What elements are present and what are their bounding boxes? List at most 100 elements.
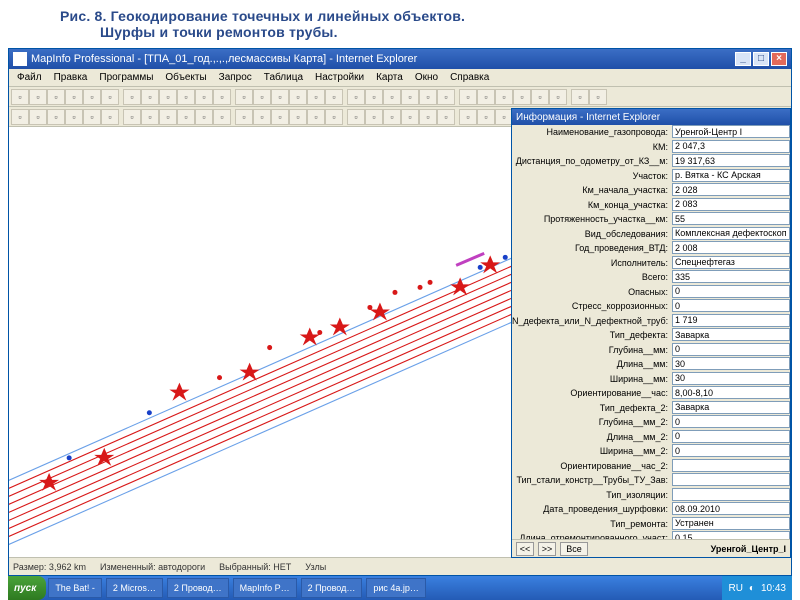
toolbar-button[interactable]: ▫ [213, 109, 231, 125]
toolbar-button[interactable]: ▫ [65, 89, 83, 105]
tray-icon[interactable]: ◐ [749, 583, 755, 594]
info-field[interactable] [672, 212, 790, 225]
info-field[interactable] [672, 343, 790, 356]
close-button[interactable]: × [771, 52, 787, 66]
taskbar-task[interactable]: 2 Micros… [106, 578, 163, 598]
toolbar-button[interactable]: ▫ [141, 109, 159, 125]
toolbar-button[interactable]: ▫ [365, 89, 383, 105]
toolbar-button[interactable]: ▫ [47, 89, 65, 105]
toolbar-button[interactable]: ▫ [101, 89, 119, 105]
toolbar-button[interactable]: ▫ [159, 109, 177, 125]
toolbar-button[interactable]: ▫ [235, 89, 253, 105]
info-field[interactable] [672, 169, 790, 182]
toolbar-button[interactable]: ▫ [549, 89, 567, 105]
toolbar-button[interactable]: ▫ [531, 89, 549, 105]
toolbar-button[interactable]: ▫ [289, 89, 307, 105]
toolbar-button[interactable]: ▫ [347, 89, 365, 105]
toolbar-button[interactable]: ▫ [29, 109, 47, 125]
info-field[interactable] [672, 270, 790, 283]
info-next-button[interactable]: >> [538, 542, 556, 556]
toolbar-button[interactable]: ▫ [495, 89, 513, 105]
info-prev-button[interactable]: << [516, 542, 534, 556]
info-field[interactable] [672, 372, 790, 385]
menu-2[interactable]: Программы [93, 70, 159, 85]
info-field[interactable] [672, 386, 790, 399]
info-field[interactable] [672, 198, 790, 211]
menu-0[interactable]: Файл [11, 70, 48, 85]
toolbar-button[interactable]: ▫ [437, 89, 455, 105]
info-field[interactable] [672, 357, 790, 370]
toolbar-button[interactable]: ▫ [195, 89, 213, 105]
toolbar-button[interactable]: ▫ [177, 89, 195, 105]
toolbar-button[interactable]: ▫ [29, 89, 47, 105]
toolbar-button[interactable]: ▫ [589, 89, 607, 105]
toolbar-button[interactable]: ▫ [477, 109, 495, 125]
toolbar-button[interactable]: ▫ [47, 109, 65, 125]
toolbar-button[interactable]: ▫ [401, 89, 419, 105]
taskbar-task[interactable]: рис 4а.jp… [366, 578, 426, 598]
info-field[interactable] [672, 299, 790, 312]
toolbar-button[interactable]: ▫ [347, 109, 365, 125]
toolbar-button[interactable]: ▫ [289, 109, 307, 125]
toolbar-button[interactable]: ▫ [11, 109, 29, 125]
toolbar-button[interactable]: ▫ [325, 109, 343, 125]
info-field[interactable] [672, 328, 790, 341]
toolbar-button[interactable]: ▫ [419, 109, 437, 125]
toolbar-button[interactable]: ▫ [123, 109, 141, 125]
toolbar-button[interactable]: ▫ [271, 109, 289, 125]
taskbar-task[interactable]: MapInfo P… [233, 578, 297, 598]
info-titlebar[interactable]: Информация - Internet Explorer [512, 109, 790, 125]
info-field[interactable] [672, 125, 790, 138]
info-field[interactable] [672, 256, 790, 269]
toolbar-button[interactable]: ▫ [513, 89, 531, 105]
taskbar-task[interactable]: 2 Провод… [167, 578, 229, 598]
toolbar-button[interactable]: ▫ [571, 89, 589, 105]
info-all-button[interactable]: Все [560, 542, 588, 556]
toolbar-button[interactable]: ▫ [459, 109, 477, 125]
toolbar-button[interactable]: ▫ [177, 109, 195, 125]
toolbar-button[interactable]: ▫ [419, 89, 437, 105]
info-field[interactable] [672, 241, 790, 254]
toolbar-button[interactable]: ▫ [383, 89, 401, 105]
maximize-button[interactable]: □ [753, 52, 769, 66]
toolbar-button[interactable]: ▫ [11, 89, 29, 105]
menu-1[interactable]: Правка [48, 70, 94, 85]
toolbar-button[interactable]: ▫ [477, 89, 495, 105]
menu-5[interactable]: Таблица [258, 70, 309, 85]
toolbar-button[interactable]: ▫ [83, 89, 101, 105]
info-field[interactable] [672, 444, 790, 457]
menu-6[interactable]: Настройки [309, 70, 370, 85]
info-field[interactable] [672, 154, 790, 167]
toolbar-button[interactable]: ▫ [365, 109, 383, 125]
info-field[interactable] [672, 227, 790, 240]
menu-7[interactable]: Карта [370, 70, 409, 85]
toolbar-button[interactable]: ▫ [83, 109, 101, 125]
toolbar-button[interactable]: ▫ [213, 89, 231, 105]
taskbar-task[interactable]: The Bat! - [48, 578, 102, 598]
menu-3[interactable]: Объекты [159, 70, 212, 85]
toolbar-button[interactable]: ▫ [141, 89, 159, 105]
info-field[interactable] [672, 140, 790, 153]
info-field[interactable] [672, 415, 790, 428]
toolbar-button[interactable]: ▫ [159, 89, 177, 105]
info-field[interactable] [672, 488, 790, 501]
toolbar-button[interactable]: ▫ [307, 89, 325, 105]
info-field[interactable] [672, 531, 790, 539]
toolbar-button[interactable]: ▫ [401, 109, 419, 125]
toolbar-button[interactable]: ▫ [325, 89, 343, 105]
start-button[interactable]: пуск [8, 576, 46, 600]
toolbar-button[interactable]: ▫ [123, 89, 141, 105]
menu-8[interactable]: Окно [409, 70, 444, 85]
info-field[interactable] [672, 183, 790, 196]
toolbar-button[interactable]: ▫ [195, 109, 213, 125]
info-field[interactable] [672, 285, 790, 298]
toolbar-button[interactable]: ▫ [459, 89, 477, 105]
info-field[interactable] [672, 517, 790, 530]
toolbar-button[interactable]: ▫ [101, 109, 119, 125]
info-field[interactable] [672, 502, 790, 515]
toolbar-button[interactable]: ▫ [383, 109, 401, 125]
toolbar-button[interactable]: ▫ [307, 109, 325, 125]
toolbar-button[interactable]: ▫ [437, 109, 455, 125]
info-field[interactable] [672, 473, 790, 486]
toolbar-button[interactable]: ▫ [253, 89, 271, 105]
